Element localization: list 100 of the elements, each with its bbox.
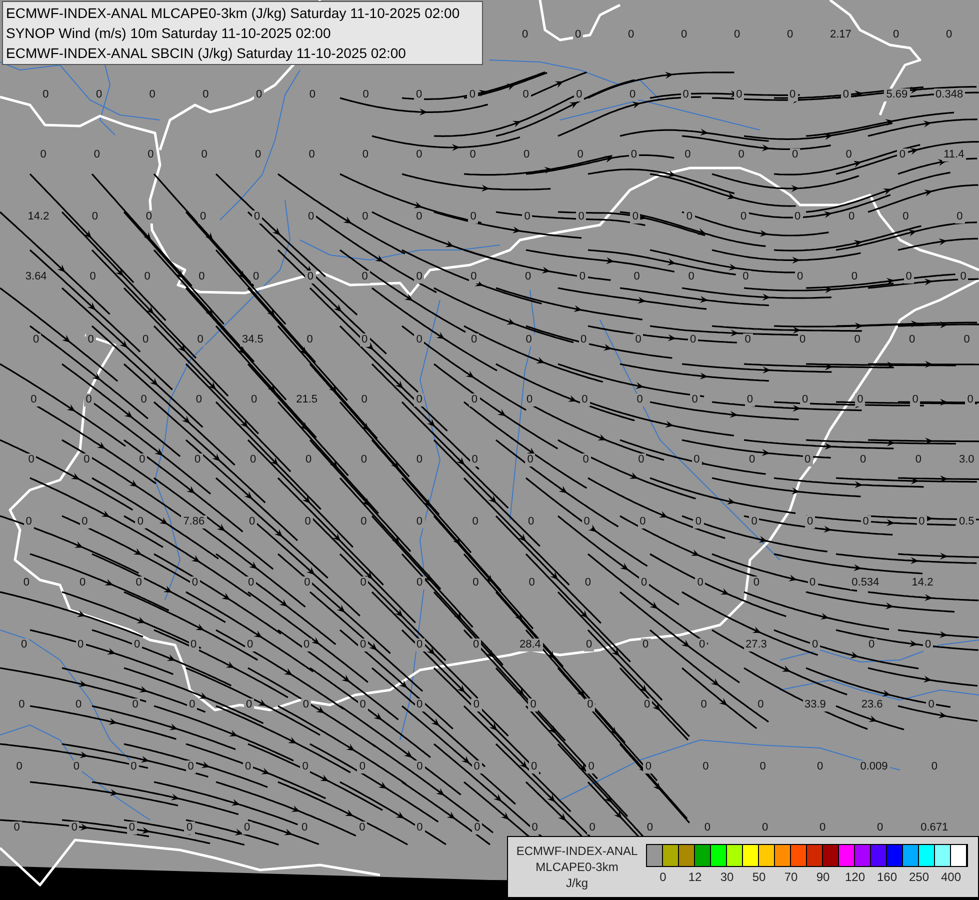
legend-tick-label: 70 [784,871,798,883]
station-value: 0 [578,334,589,346]
station-value: 0 [800,394,810,406]
station-value: 0 [643,760,654,774]
legend-tick-label: 250 [908,871,930,883]
station-value: 0 [358,638,368,652]
station-value: 0 [244,698,254,712]
station-value: 0 [360,270,370,284]
legend-tick-label: 0 [660,871,666,883]
station-value: 0 [528,698,538,712]
station-value: 0 [24,516,34,528]
map-title: SYNOP Wind (m/s) 10m Saturday 11-10-2025 02:00 [6,24,332,43]
station-value: 0 [126,822,138,834]
station-value: 27.3 [744,638,769,652]
station-value: 0 [954,210,965,224]
station-value: 0 [80,516,90,528]
legend-field: MLCAPE0-3km [536,859,618,875]
station-value: 0 [529,760,540,774]
station-value: 0 [634,394,645,406]
station-value: 0 [586,760,596,774]
station-value: 0 [132,638,142,652]
station-value: 0 [585,698,596,712]
station-value: 0 [187,698,198,712]
legend-tick-label: 90 [816,871,830,883]
station-value: 0 [414,760,425,774]
station-value: 0 [749,516,760,528]
station-value: 0 [414,394,424,406]
station-value: 0 [584,638,594,652]
station-value: 0 [242,822,252,834]
station-value: 0 [184,822,195,834]
station-value: 34.5 [240,334,266,346]
station-value: 0 [627,88,638,102]
station-value: 0 [469,394,480,406]
station-value: 0 [94,88,104,102]
station-value: 0 [414,270,424,284]
station-value: 0 [524,334,534,346]
station-value: 0 [468,210,478,224]
station-value: 0 [580,394,590,406]
station-value: 0 [574,88,584,102]
legend-tick-label: 400 [940,871,962,883]
station-value: 0 [198,210,208,224]
station-value: 0 [573,28,584,42]
station-value: 0 [575,148,586,162]
legend-tick-label: 30 [720,871,734,883]
station-value: 0 [802,454,813,466]
station-value: 0 [28,394,39,406]
station-value: 0 [414,638,425,652]
station-value: 0 [693,516,704,528]
station-value: 0 [805,516,816,528]
station-value: 0 [71,760,82,774]
station-value: 0 [520,88,531,102]
station-value: 0 [734,88,744,102]
station-value: 0 [840,88,851,102]
station-value: 0 [587,822,598,834]
station-value: 0 [144,210,154,224]
station-value: 0 [844,148,854,162]
station-value: 0 [357,760,368,774]
legend-unit: J/kg [566,875,588,891]
station-value: 0 [965,394,976,406]
station-value: 0 [692,454,702,466]
station-value: 0 [468,270,479,284]
station-value: 0 [472,822,482,834]
station-value: 0 [744,394,756,406]
station-value: 0 [188,638,199,652]
legend-tick-label: 160 [876,871,898,883]
station-value: 0 [576,210,586,224]
station-value: 0 [525,454,536,466]
station-value: 0 [471,698,482,712]
legend-title: ECMWF-INDEX-ANAL [516,843,638,859]
station-value: 0 [904,270,914,284]
station-value: 0 [252,210,262,224]
station-value: 0 [414,822,425,834]
station-value: 0 [471,638,482,652]
station-value: 0 [470,454,480,466]
station-value: 0 [910,394,920,406]
station-value: 0 [414,698,425,712]
station-value: 0 [300,760,310,774]
station-value: 28.4 [518,638,543,652]
station-value: 0 [302,638,312,652]
station-value: 11.4 [942,148,966,162]
station-value: 0 [630,210,640,224]
station-value: 33.9 [802,698,828,712]
station-value: 0 [680,88,691,102]
station-value: 0 [186,760,196,774]
legend-tick-label: 50 [752,871,766,883]
station-value: 5.69 [884,88,910,102]
station-value: 0 [530,822,540,834]
station-value: 0 [788,88,798,102]
station-value: 0 [251,270,262,284]
station-value: 0 [472,760,482,774]
station-value: 0 [414,516,425,528]
station-value: 0 [916,516,927,528]
station-value: 0 [467,88,478,102]
station-value: 7.86 [181,516,207,528]
legend-tick-label: 12 [688,871,702,883]
legend-tick-label: 120 [844,871,866,883]
station-value: 0 [195,334,206,346]
station-value: 0 [855,394,866,406]
station-value: 0 [84,394,94,406]
station-value: 0 [135,516,146,528]
